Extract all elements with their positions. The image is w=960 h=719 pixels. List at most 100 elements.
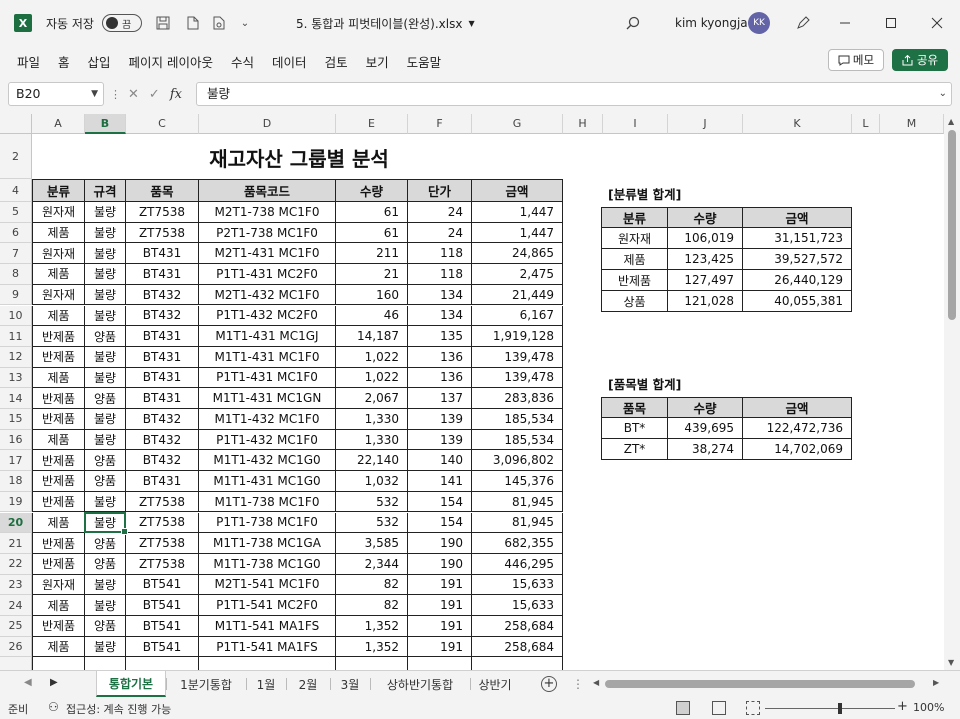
table-cell[interactable]: 불량 [85,264,126,285]
table-cell[interactable]: 191 [408,616,472,637]
pen-icon[interactable] [792,12,814,34]
search-icon[interactable] [622,12,644,34]
tab-help[interactable]: 도움말 [398,52,451,71]
table-cell[interactable]: M1T1-738 MC1G0 [199,553,336,575]
table-cell[interactable]: 반제품 [32,533,85,554]
table-cell[interactable]: BT431 [126,471,199,492]
table-cell[interactable]: 81,945 [472,491,563,513]
column-header-b[interactable]: B [85,114,126,134]
table-cell[interactable]: 1,447 [472,222,563,244]
table-cell[interactable]: P1T1-432 MC1F0 [199,429,336,451]
table-cell[interactable]: 145,376 [472,471,563,492]
chevron-down-icon[interactable]: ▼ [91,83,98,105]
table-cell[interactable]: 반제품 [32,326,85,347]
table-cell[interactable]: 24 [408,202,472,223]
sheet-tab[interactable]: 상반기 [470,671,520,697]
table-cell[interactable]: 불량 [85,512,126,534]
table-cell[interactable]: 258,684 [472,616,563,637]
table-cell[interactable]: 양품 [85,616,126,637]
table-cell[interactable]: 532 [336,491,408,513]
table-cell[interactable]: 191 [408,574,472,596]
column-header-k[interactable]: K [743,114,852,134]
table-cell[interactable]: P1T1-431 MC1F0 [199,367,336,389]
row-header-19[interactable]: 19 [0,491,32,513]
table-cell[interactable]: M2T1-738 MC1F0 [199,202,336,223]
table-cell[interactable] [199,657,336,670]
table-cell[interactable]: 21,449 [472,284,563,306]
table-cell[interactable]: 24 [408,222,472,244]
table-cell[interactable]: 6,167 [472,305,563,327]
column-header-e[interactable]: E [336,114,408,134]
row-header-10[interactable]: 10 [0,305,32,327]
row-header-15[interactable]: 15 [0,409,32,430]
accessibility-status[interactable]: 접근성: 계속 진행 가능 [66,701,171,717]
sheet-tab[interactable]: 3월 [330,671,370,697]
more-icon[interactable]: ⋮ [110,88,121,101]
user-name[interactable]: kim kyongja [675,16,748,30]
row-header-13[interactable]: 13 [0,367,32,389]
row-header-16[interactable]: 16 [0,429,32,451]
table-cell[interactable]: 191 [408,595,472,616]
save-icon[interactable] [152,12,174,34]
table-cell[interactable]: ZT7538 [126,553,199,575]
table-cell[interactable]: 26,440,129 [743,270,852,291]
sheet-tab[interactable]: 1월 [246,671,286,697]
table-cell[interactable] [126,657,199,670]
table-cell[interactable]: 38,274 [668,439,743,460]
worksheet-grid[interactable]: A B C D E F G H I J K L M 2 4 5 6 7 8 9 10 11 12 13 14 15 16 17 18 19… [0,114,944,670]
accessibility-icon[interactable]: ⚇ [48,700,59,714]
table-cell[interactable]: M1T1-541 MA1FS [199,616,336,637]
table-cell[interactable]: 139 [408,429,472,451]
formula-input[interactable]: 불량 ⌄ [196,82,952,106]
row-header-12[interactable]: 12 [0,346,32,368]
table-cell[interactable]: ZT7538 [126,533,199,554]
table-cell[interactable]: 127,497 [668,270,743,291]
table-cell[interactable]: 3,096,802 [472,450,563,472]
table-cell[interactable]: 118 [408,243,472,265]
scroll-thumb[interactable] [605,680,915,688]
more-icon[interactable]: ⋮ [572,677,584,691]
comments-button[interactable]: 메모 [828,49,884,71]
table-cell[interactable]: BT431 [126,264,199,285]
vertical-scrollbar[interactable]: ▲ ▼ [944,114,960,670]
table-cell[interactable]: 불량 [85,222,126,244]
table-cell[interactable]: 불량 [85,284,126,306]
table-cell[interactable]: 1,447 [472,202,563,223]
row-header-14[interactable]: 14 [0,388,32,409]
table-cell[interactable] [472,657,563,670]
table-cell[interactable]: ZT7538 [126,202,199,223]
table-cell[interactable]: 제품 [32,264,85,285]
tab-insert[interactable]: 삽입 [79,52,120,71]
table-cell[interactable]: 반제품 [32,491,85,513]
table-cell[interactable]: P1T1-541 MA1FS [199,636,336,658]
tab-formulas[interactable]: 수식 [222,52,263,71]
table-cell[interactable]: 439,695 [668,418,743,439]
table-cell[interactable]: ZT7538 [126,491,199,513]
row-header-4[interactable]: 4 [0,179,32,202]
table-cell[interactable]: 682,355 [472,533,563,554]
table-cell[interactable] [32,657,85,670]
table-cell[interactable]: 14,702,069 [743,439,852,460]
table-cell[interactable]: 160 [336,284,408,306]
table-cell[interactable]: 양품 [85,388,126,409]
column-header-m[interactable]: M [880,114,944,134]
tab-data[interactable]: 데이터 [263,52,316,71]
table-cell[interactable]: 24,865 [472,243,563,265]
table-cell[interactable]: M1T1-431 MC1G0 [199,471,336,492]
sheet-tab[interactable]: 통합기본 [96,671,166,697]
table-cell[interactable] [85,657,126,670]
table-cell[interactable]: 81,945 [472,512,563,534]
row-header-7[interactable]: 7 [0,243,32,265]
table-cell[interactable]: 불량 [85,595,126,616]
table-cell[interactable]: 원자재 [32,243,85,265]
table-cell[interactable]: 154 [408,512,472,534]
table-cell[interactable]: 139,478 [472,346,563,368]
table-cell[interactable]: 185,534 [472,429,563,451]
table-cell[interactable]: 반제품 [601,270,668,291]
table-cell[interactable]: 61 [336,222,408,244]
column-header-l[interactable]: L [852,114,880,134]
scroll-right-icon[interactable]: ▶ [933,678,939,687]
tab-view[interactable]: 보기 [357,52,398,71]
table-cell[interactable]: 2,067 [336,388,408,409]
table-cell[interactable]: 반제품 [32,471,85,492]
